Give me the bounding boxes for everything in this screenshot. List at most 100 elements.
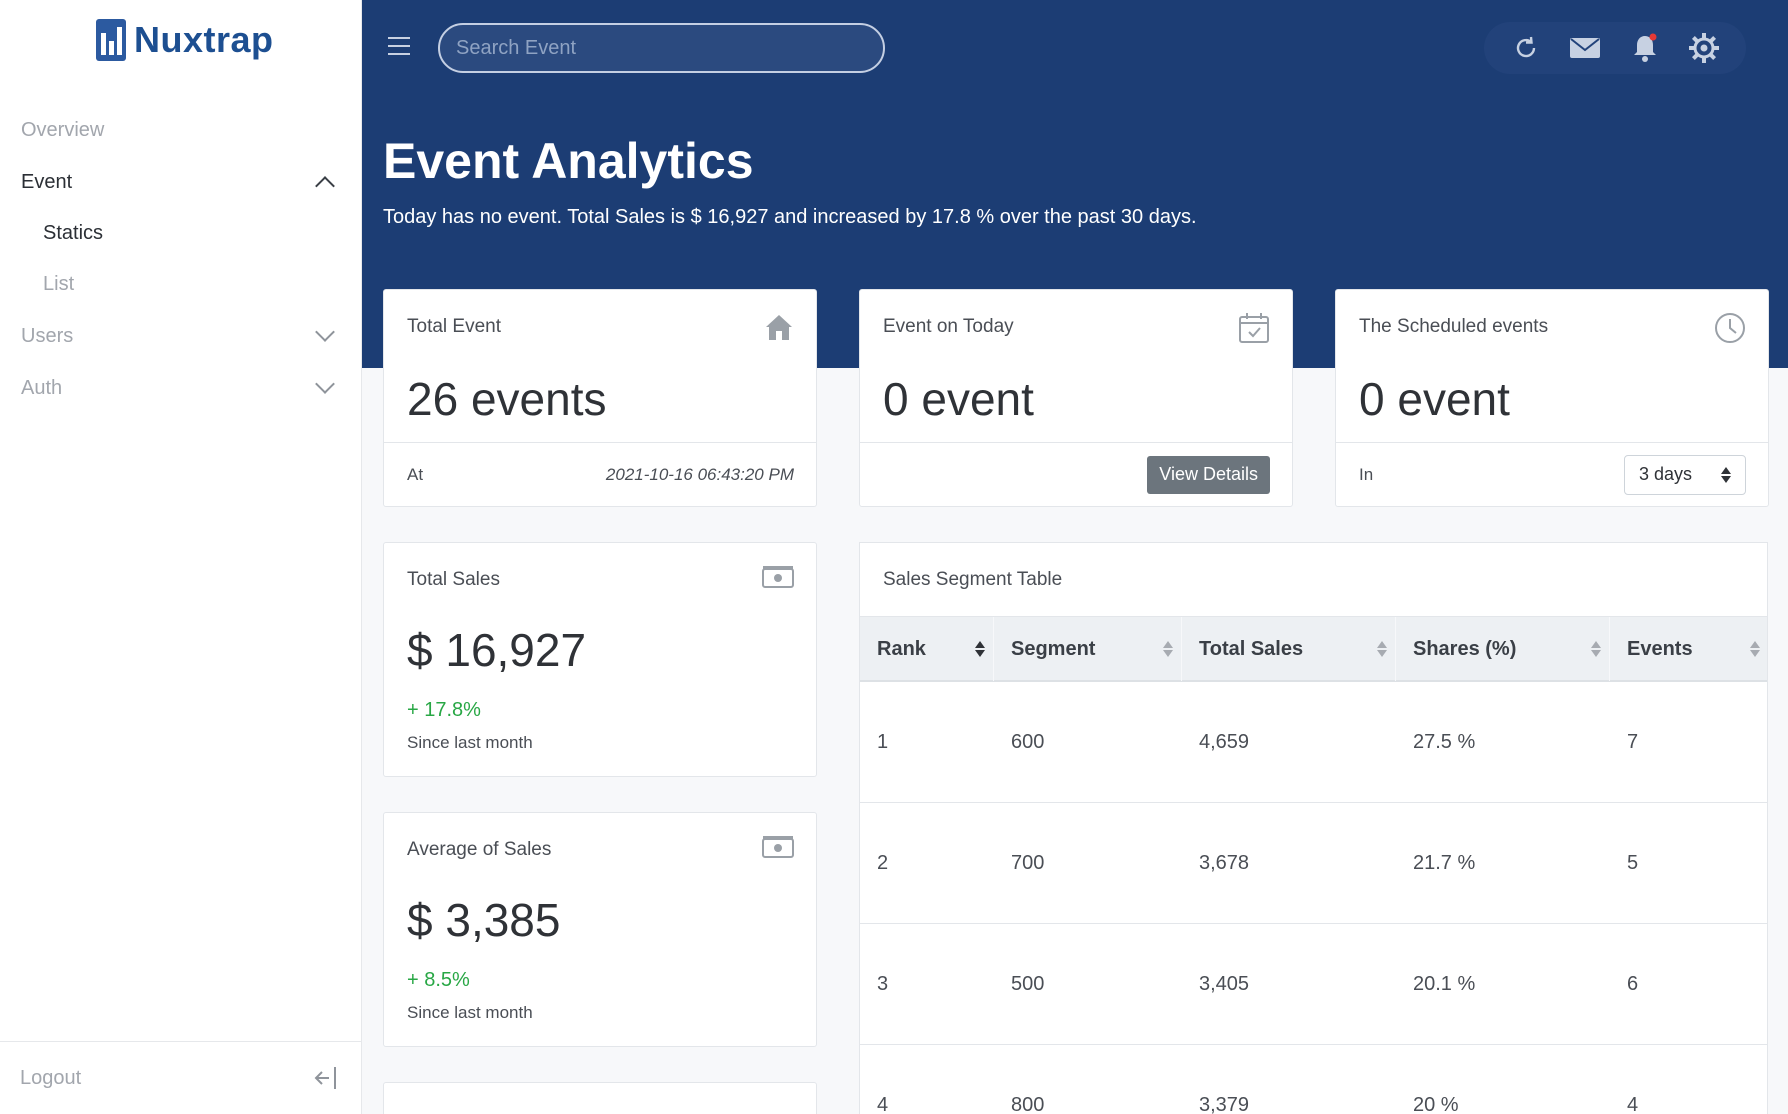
table-row[interactable]: 2 700 3,678 21.7 % 5	[860, 803, 1767, 924]
column-header-segment[interactable]: Segment	[994, 617, 1182, 681]
cell-shares: 21.7 %	[1413, 851, 1476, 874]
cell-segment: 700	[1011, 851, 1045, 874]
sidebar-item-auth[interactable]: Auth	[0, 362, 362, 414]
column-label: Events	[1627, 637, 1693, 660]
card-label: Average of Sales	[407, 839, 552, 860]
page-title: Event Analytics	[383, 133, 754, 189]
page-subtitle: Today has no event. Total Sales is $ 16,…	[383, 206, 1197, 228]
timestamp: 2021-10-16 06:43:20 PM	[605, 464, 794, 484]
total-event-card: Total Event 26 events At 2021-10-16 06:4…	[383, 289, 817, 507]
cell-shares: 20.1 %	[1413, 972, 1476, 995]
sidebar-nav: Overview Event Statics List Users Auth	[0, 104, 362, 414]
cell-shares: 27.5 %	[1413, 730, 1476, 753]
sidebar-subitem-label: Statics	[43, 222, 104, 244]
sidebar-subitem-statics[interactable]: Statics	[0, 208, 362, 259]
table-row[interactable]: 4 800 3,379 20 % 4	[860, 1045, 1767, 1114]
money-icon	[762, 836, 794, 858]
total-sales-card: Total Sales $ 16,927 + 17.8% Since last …	[383, 542, 817, 777]
sidebar-item-overview[interactable]: Overview	[0, 104, 362, 156]
table-row[interactable]: 1 600 4,659 27.5 % 7	[860, 682, 1767, 803]
gear-icon[interactable]	[1686, 30, 1722, 66]
logout-button[interactable]: Logout	[0, 1041, 362, 1114]
delta-positive: + 8.5%	[407, 969, 470, 991]
home-icon	[766, 315, 792, 340]
card-value: 26 events	[407, 373, 607, 425]
sidebar: Nuxtrap Overview Event Statics List User…	[0, 0, 362, 1114]
cell-events: 5	[1627, 851, 1639, 874]
cell-events: 4	[1627, 1093, 1639, 1114]
money-icon	[762, 566, 794, 588]
since-label: Since last month	[407, 1003, 533, 1022]
chevron-down-icon	[315, 322, 335, 342]
app-name: Nuxtrap	[134, 19, 274, 60]
card-footer: In 3 days	[1336, 442, 1768, 506]
cell-events: 7	[1627, 730, 1639, 753]
mail-icon[interactable]	[1567, 30, 1603, 66]
cell-rank: 1	[877, 730, 889, 753]
sidebar-item-label: Auth	[21, 376, 63, 399]
column-header-shares[interactable]: Shares (%)	[1396, 617, 1610, 681]
hamburger-menu-icon[interactable]	[388, 37, 410, 55]
average-sales-card: Average of Sales $ 3,385 + 8.5% Since la…	[383, 812, 817, 1047]
clock-icon	[1715, 313, 1745, 343]
card-footer: At 2021-10-16 06:43:20 PM	[384, 442, 816, 506]
select-arrows-icon	[1721, 466, 1731, 483]
table-header: Rank Segment Total Sales Shares (%) Even…	[860, 616, 1767, 682]
calendar-check-icon	[1239, 313, 1269, 343]
column-header-rank[interactable]: Rank	[860, 617, 994, 681]
since-label: Since last month	[407, 733, 533, 752]
cell-total-sales: 3,678	[1199, 851, 1250, 874]
column-label: Shares (%)	[1413, 637, 1517, 660]
sort-icon	[1377, 641, 1387, 657]
sidebar-item-label: Event	[21, 170, 73, 193]
card-value: 0 event	[1359, 373, 1510, 425]
scheduled-events-card: The Scheduled events 0 event In 3 days	[1335, 289, 1769, 507]
sidebar-subitem-label: List	[43, 273, 75, 295]
days-select[interactable]: 3 days	[1624, 454, 1746, 495]
sidebar-item-label: Overview	[21, 118, 105, 141]
cell-rank: 4	[877, 1093, 889, 1114]
column-header-events[interactable]: Events	[1610, 617, 1767, 681]
card-label: Total Sales	[407, 569, 500, 590]
sort-icon	[1163, 641, 1173, 657]
event-today-card: Event on Today 0 event View Details	[859, 289, 1293, 507]
sidebar-subitem-list[interactable]: List	[0, 259, 362, 310]
sales-segment-table: Sales Segment Table Rank Segment Total S…	[859, 542, 1768, 1114]
cell-total-sales: 3,379	[1199, 1093, 1250, 1114]
view-details-button[interactable]: View Details	[1147, 455, 1270, 494]
card-footer-label: In	[1359, 464, 1374, 484]
sidebar-item-label: Users	[21, 324, 74, 347]
cell-segment: 800	[1011, 1093, 1045, 1114]
logout-label: Logout	[20, 1066, 82, 1089]
chevron-up-icon	[315, 176, 335, 196]
cell-segment: 500	[1011, 972, 1045, 995]
select-value: 3 days	[1639, 464, 1693, 484]
bell-icon[interactable]	[1627, 30, 1663, 66]
collapse-sidebar-icon[interactable]	[314, 1065, 338, 1091]
sidebar-item-users[interactable]: Users	[0, 310, 362, 362]
cell-total-sales: 3,405	[1199, 972, 1250, 995]
cell-total-sales: 4,659	[1199, 730, 1250, 753]
app-logo[interactable]: Nuxtrap	[96, 18, 274, 62]
column-header-total-sales[interactable]: Total Sales	[1182, 617, 1396, 681]
sort-icon	[1591, 641, 1601, 657]
card-footer-label: At	[407, 464, 424, 484]
card-footer: View Details	[860, 442, 1292, 506]
sales-segment-card	[383, 1082, 817, 1114]
column-label: Segment	[1011, 637, 1096, 660]
table-title: Sales Segment Table	[883, 569, 1063, 590]
sidebar-item-event[interactable]: Event	[0, 156, 362, 208]
card-value: $ 3,385	[407, 894, 561, 946]
card-label: Event on Today	[883, 316, 1014, 337]
sort-icon	[1750, 641, 1760, 657]
refresh-icon[interactable]	[1508, 30, 1544, 66]
header-toolbar	[1484, 22, 1746, 74]
card-label: Total Event	[407, 316, 501, 337]
sort-icon	[975, 641, 985, 657]
table-row[interactable]: 3 500 3,405 20.1 % 6	[860, 924, 1767, 1045]
card-value: $ 16,927	[407, 624, 587, 676]
cell-events: 6	[1627, 972, 1639, 995]
logo-icon	[96, 19, 126, 61]
cell-shares: 20 %	[1413, 1093, 1459, 1114]
search-input[interactable]	[438, 23, 885, 73]
